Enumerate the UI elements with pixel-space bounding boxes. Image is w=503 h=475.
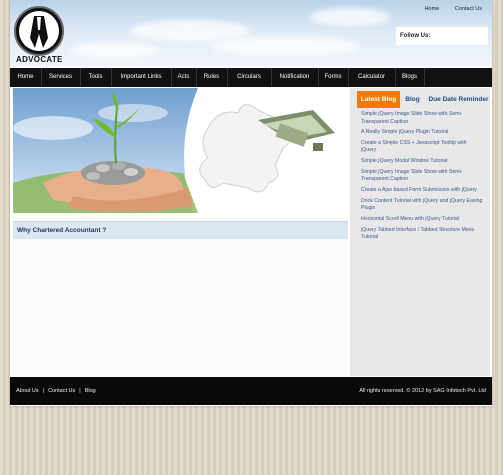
follow-us-box: Follow Us: xyxy=(396,27,488,45)
sidebar: Latest Blog Blog Due Date Reminder Simpl… xyxy=(350,88,490,376)
footer-separator: | xyxy=(42,388,45,394)
footer-link-about-us[interactable]: About Us xyxy=(16,388,39,394)
lawyer-silhouette-icon xyxy=(19,11,59,51)
list-item[interactable]: Simple jQuery Image Slide Show with Semi… xyxy=(361,111,483,126)
content-area xyxy=(13,239,348,376)
list-item[interactable]: A Really Simple jQuery Plugin Tutorial xyxy=(361,129,483,137)
logo-text: ADVOCATE xyxy=(16,55,63,64)
advocate-logo[interactable] xyxy=(14,6,64,56)
nav-item-important-links[interactable]: Important Links xyxy=(111,68,172,87)
nav-item-tools[interactable]: Tools xyxy=(80,68,112,87)
list-item[interactable]: Simple jQuery Image Slide Show with Semi… xyxy=(361,169,483,184)
top-links: Home Contact Us xyxy=(411,6,482,12)
list-item[interactable]: jQuery Tabbed Interface / Tabbed Structu… xyxy=(361,227,483,242)
nav-item-forms[interactable]: Forms xyxy=(318,68,349,87)
hero-image xyxy=(13,88,335,213)
list-item[interactable]: Horizontal Scroll Menu with jQuery Tutor… xyxy=(361,216,483,224)
list-item[interactable]: Create a Simple CSS + Javascript Tooltip… xyxy=(361,140,483,155)
main-nav: Home Services Tools Important Links Acts… xyxy=(10,68,492,87)
footer-separator: | xyxy=(79,388,81,394)
top-link-home[interactable]: Home xyxy=(425,6,440,12)
section-title: Why Chartered Accountant ? xyxy=(13,221,348,239)
list-item[interactable]: Simple jQuery Modal Window Tutorial xyxy=(361,158,483,166)
nav-item-home[interactable]: Home xyxy=(10,68,42,87)
top-link-contact-us[interactable]: Contact Us xyxy=(455,6,482,12)
nav-item-blogs[interactable]: Blogs xyxy=(395,68,425,87)
nav-item-calculator[interactable]: Calculator xyxy=(348,68,396,87)
footer: About Us | Contact Us | Blog All rights rese… xyxy=(10,377,492,405)
header: ADVOCATE Home Contact Us Follow Us: xyxy=(10,0,492,67)
tab-due-date-reminder[interactable]: Due Date Reminder xyxy=(427,91,490,108)
footer-links: About Us | Contact Us | Blog xyxy=(16,388,96,394)
tab-blog[interactable]: Blog xyxy=(400,91,425,108)
list-item[interactable]: Dock Content Tutorial with jQuery and jQ… xyxy=(361,198,483,213)
tab-latest-blog[interactable]: Latest Blog xyxy=(357,91,400,108)
nav-item-circulars[interactable]: Circulars xyxy=(227,68,272,87)
sidebar-tabs: Latest Blog Blog Due Date Reminder xyxy=(350,88,490,108)
list-item[interactable]: Create a Ajax based Form Submission with… xyxy=(361,187,483,195)
blog-list: Simple jQuery Image Slide Show with Semi… xyxy=(361,111,483,245)
copyright-text: All rights reserved. © 2012 by SAG Infot… xyxy=(359,388,486,394)
nav-item-services[interactable]: Services xyxy=(41,68,81,87)
nav-item-rules[interactable]: Rules xyxy=(196,68,228,87)
footer-link-blog[interactable]: Blog xyxy=(85,388,96,394)
page-container: ADVOCATE Home Contact Us Follow Us: Home… xyxy=(10,0,492,406)
nav-item-acts[interactable]: Acts xyxy=(171,68,197,87)
hero-banner xyxy=(13,88,348,213)
nav-item-notification[interactable]: Notification xyxy=(271,68,319,87)
footer-link-contact-us[interactable]: Contact Us xyxy=(48,388,75,394)
